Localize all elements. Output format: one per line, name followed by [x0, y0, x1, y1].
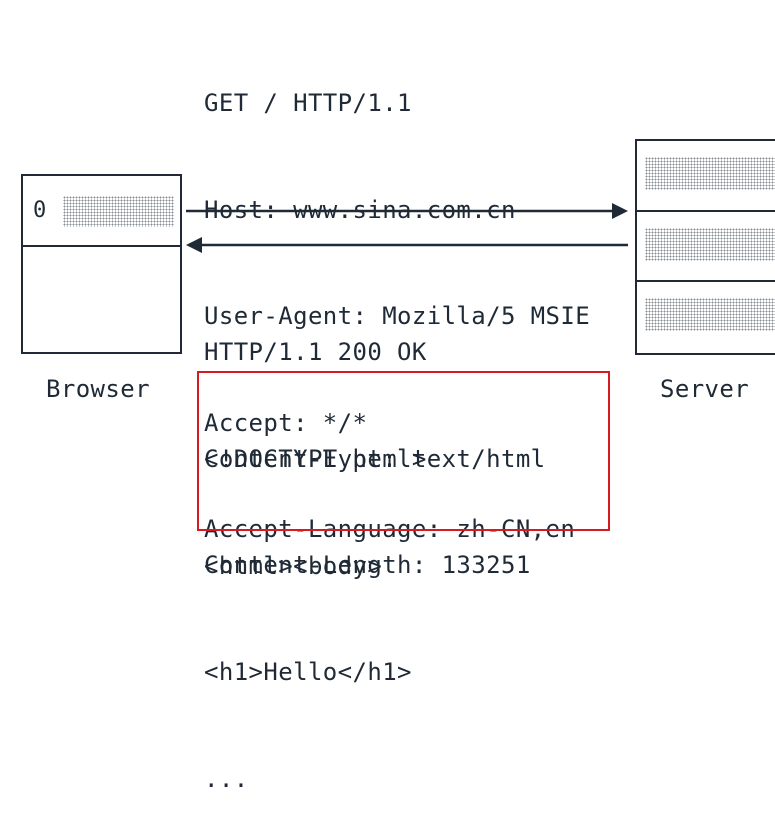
- body-line-html-body: <html><body>: [204, 551, 383, 580]
- body-line-doctype: <!DOCTYPE html>: [204, 445, 427, 473]
- response-body: <!DOCTYPE html> <html><body> <h1>Hello</…: [204, 371, 427, 833]
- response-status-line: HTTP/1.1 200 OK: [204, 338, 427, 366]
- request-header-host: Host: www.sina.com.cn: [204, 195, 516, 224]
- body-line-ellipsis: ...: [204, 764, 249, 793]
- request-line: GET / HTTP/1.1: [204, 89, 412, 117]
- body-line-h1: <h1>Hello</h1>: [204, 658, 412, 686]
